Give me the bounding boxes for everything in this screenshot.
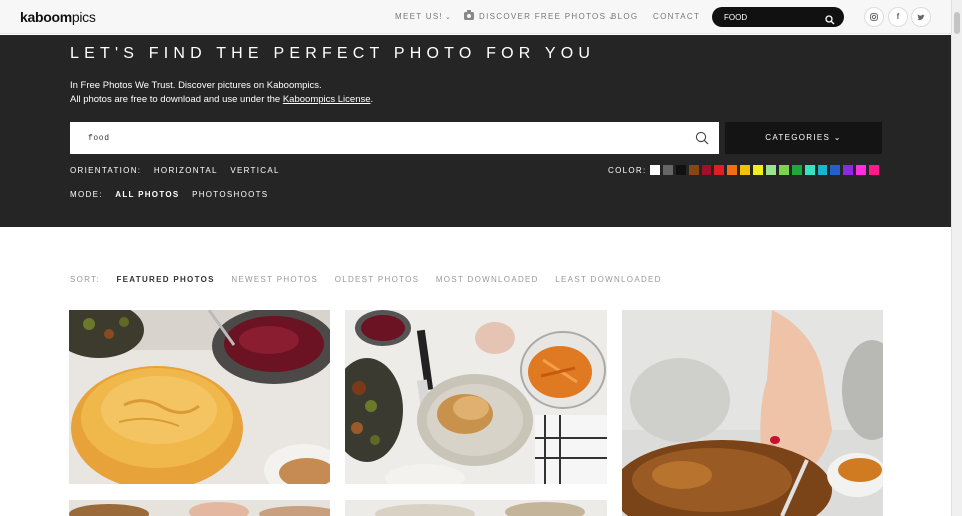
sort-oldest[interactable]: OLDEST PHOTOS bbox=[335, 275, 420, 284]
main-search-input[interactable] bbox=[88, 131, 648, 145]
twitter-icon[interactable] bbox=[911, 7, 931, 27]
color-swatch-15[interactable] bbox=[830, 165, 841, 175]
color-swatch-10[interactable] bbox=[766, 165, 776, 175]
color-swatch-13[interactable] bbox=[804, 165, 815, 175]
nav-contact[interactable]: CONTACT bbox=[653, 12, 700, 21]
color-swatch-5[interactable] bbox=[701, 165, 712, 175]
color-label: COLOR: bbox=[608, 166, 647, 175]
orientation-vertical[interactable]: VERTICAL bbox=[230, 166, 279, 175]
hero-description: In Free Photos We Trust. Discover pictur… bbox=[70, 80, 374, 105]
search-icon[interactable] bbox=[825, 12, 835, 30]
sort-newest[interactable]: NEWEST PHOTOS bbox=[231, 275, 318, 284]
color-swatch-16[interactable] bbox=[843, 165, 854, 175]
orientation-filter: ORIENTATION: HORIZONTAL VERTICAL bbox=[70, 166, 289, 175]
mode-label: MODE: bbox=[70, 190, 103, 199]
sort-least-downloaded[interactable]: LEAST DOWNLOADED bbox=[555, 275, 661, 284]
color-swatch-11[interactable] bbox=[778, 165, 789, 175]
search-icon[interactable] bbox=[695, 131, 709, 150]
kaboompics-license-link[interactable]: Kaboompics License bbox=[283, 94, 371, 105]
orientation-label: ORIENTATION: bbox=[70, 166, 142, 175]
color-swatch-18[interactable] bbox=[869, 165, 880, 175]
color-swatches bbox=[650, 165, 880, 175]
scrollbar-thumb[interactable] bbox=[954, 12, 960, 34]
site-logo[interactable]: kaboompics bbox=[20, 9, 96, 25]
color-swatch-12[interactable] bbox=[791, 165, 802, 175]
hero-section: LET'S FIND THE PERFECT PHOTO FOR YOU In … bbox=[0, 35, 951, 227]
main-search-box bbox=[70, 122, 719, 154]
page-scrollbar[interactable] bbox=[951, 0, 962, 516]
color-swatch-9[interactable] bbox=[753, 165, 764, 175]
categories-button[interactable]: CATEGORIES ⌄ bbox=[725, 122, 882, 154]
mode-filter: MODE: ALL PHOTOS PHOTOSHOOTS bbox=[70, 190, 277, 199]
color-swatch-7[interactable] bbox=[727, 165, 738, 175]
sort-bar: SORT: FEATURED PHOTOS NEWEST PHOTOS OLDE… bbox=[70, 275, 675, 284]
top-navbar: kaboompics MEET US! ⌄ DISCOVER FREE PHOTO… bbox=[0, 0, 951, 34]
sort-featured[interactable]: FEATURED PHOTOS bbox=[116, 275, 214, 284]
facebook-icon[interactable]: f bbox=[888, 7, 908, 27]
hero-title: LET'S FIND THE PERFECT PHOTO FOR YOU bbox=[70, 45, 596, 62]
nav-blog[interactable]: BLOG bbox=[611, 12, 638, 21]
nav-search-input[interactable] bbox=[724, 11, 820, 23]
photo-row2-center[interactable] bbox=[345, 500, 607, 516]
mode-photoshoots[interactable]: PHOTOSHOOTS bbox=[192, 190, 268, 199]
nav-search-box bbox=[712, 7, 844, 27]
camera-icon bbox=[464, 10, 474, 20]
nav-meet-us[interactable]: MEET US! ⌄ bbox=[395, 12, 452, 21]
color-swatch-3[interactable] bbox=[675, 165, 686, 175]
chevron-down-icon: ⌄ bbox=[833, 133, 842, 142]
mode-all-photos[interactable]: ALL PHOTOS bbox=[115, 190, 179, 199]
color-swatch-4[interactable] bbox=[688, 165, 699, 175]
sort-label: SORT: bbox=[70, 275, 100, 284]
orientation-horizontal[interactable]: HORIZONTAL bbox=[154, 166, 218, 175]
photo-carving-turkey[interactable] bbox=[622, 310, 883, 516]
color-swatch-6[interactable] bbox=[714, 165, 725, 175]
photo-mashed-sweet-potato[interactable] bbox=[69, 310, 330, 484]
color-swatch-17[interactable] bbox=[856, 165, 867, 175]
color-swatch-14[interactable] bbox=[817, 165, 828, 175]
color-swatch-1[interactable] bbox=[650, 165, 660, 175]
photo-row2-left[interactable] bbox=[69, 500, 330, 516]
photo-roast-chicken-fries[interactable] bbox=[345, 310, 607, 484]
color-swatch-2[interactable] bbox=[662, 165, 673, 175]
sort-most-downloaded[interactable]: MOST DOWNLOADED bbox=[436, 275, 539, 284]
nav-discover-free-photos[interactable]: DISCOVER FREE PHOTOS ⌄ bbox=[464, 10, 615, 21]
instagram-icon[interactable] bbox=[864, 7, 884, 27]
color-swatch-8[interactable] bbox=[740, 165, 751, 175]
